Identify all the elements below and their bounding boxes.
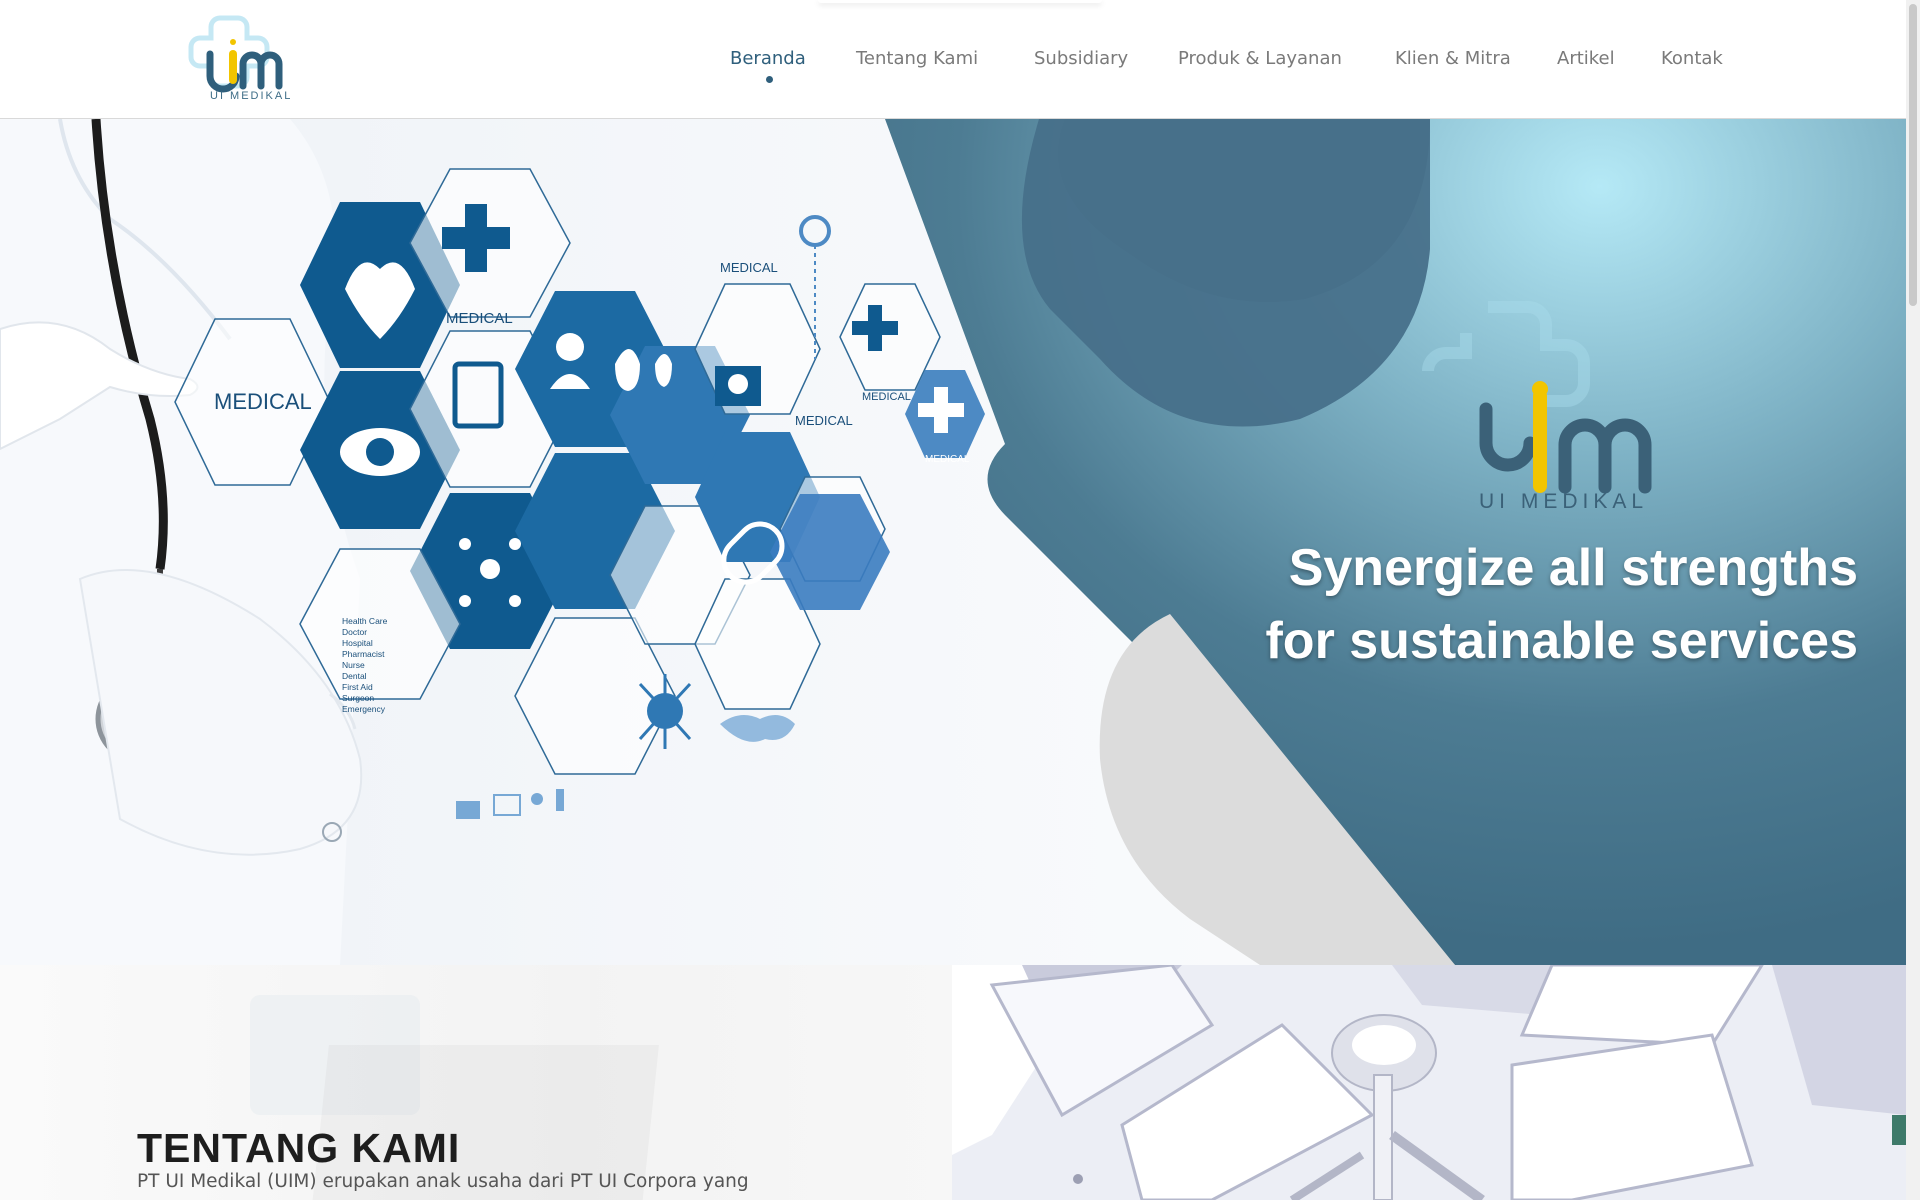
list-item: Nurse <box>342 660 365 670</box>
active-nav-indicator <box>766 76 773 83</box>
nav-item-subsidiary[interactable]: Subsidiary <box>1034 48 1128 69</box>
nav-item-beranda[interactable]: Beranda <box>730 48 806 69</box>
nav-item-artikel[interactable]: Artikel <box>1557 48 1615 69</box>
hero-tagline-line1: Synergize all strengths <box>1288 539 1858 597</box>
hero-logo-text: UI MEDIKAL <box>1479 490 1649 513</box>
nav-item-produk-layanan[interactable]: Produk & Layanan <box>1178 48 1342 69</box>
hero-tagline-line2: for sustainable services <box>1265 612 1858 670</box>
page-scrollbar[interactable] <box>1906 0 1920 1200</box>
list-item: Surgeon <box>342 693 375 703</box>
list-item: Pharmacist <box>342 649 385 659</box>
about-title: TENTANG KAMI <box>137 1125 461 1172</box>
site-logo[interactable]: UI MEDIKAL <box>182 10 294 106</box>
list-item: First Aid <box>342 682 373 692</box>
hex-label-medical: MEDICAL <box>446 310 513 327</box>
site-header: UI MEDIKAL Beranda Tentang Kami Subsidia… <box>0 0 1906 119</box>
hex-label-medical: MEDICAL <box>214 389 312 414</box>
list-item: Health Care <box>342 616 388 626</box>
hex-list-text: Health Care Doctor Hospital Pharmacist N… <box>342 616 387 715</box>
list-item: Doctor <box>342 627 368 637</box>
scrollbar-thumb[interactable] <box>1909 4 1917 306</box>
hex-label-medical: MEDICAL <box>720 260 778 275</box>
list-item: Emergency <box>342 704 385 714</box>
about-description: PT UI Medikal (UIM) erupakan anak usaha … <box>137 1171 749 1192</box>
nav-item-tentang-kami[interactable]: Tentang Kami <box>856 48 978 69</box>
about-section: TENTANG KAMI PT UI Medikal (UIM) erupaka… <box>0 965 1906 1200</box>
operating-room-illustration <box>952 965 1906 1200</box>
list-item: Dental <box>342 671 367 681</box>
header-accent-shadow <box>818 0 1102 3</box>
hex-label-medical: MEDICAL <box>925 454 970 465</box>
nav-item-klien-mitra[interactable]: Klien & Mitra <box>1395 48 1511 69</box>
list-item: Hospital <box>342 638 373 648</box>
nav-item-kontak[interactable]: Kontak <box>1661 48 1723 69</box>
operating-room-image <box>952 965 1906 1200</box>
hex-label-medical: MEDICAL <box>795 413 853 428</box>
logo-text: UI MEDIKAL <box>210 90 293 102</box>
hex-label-medical: MEDICAL <box>862 391 911 403</box>
hero-banner[interactable]: MEDICAL MEDICAL MEDICAL MEDICAL MEDICAL … <box>0 119 1906 965</box>
